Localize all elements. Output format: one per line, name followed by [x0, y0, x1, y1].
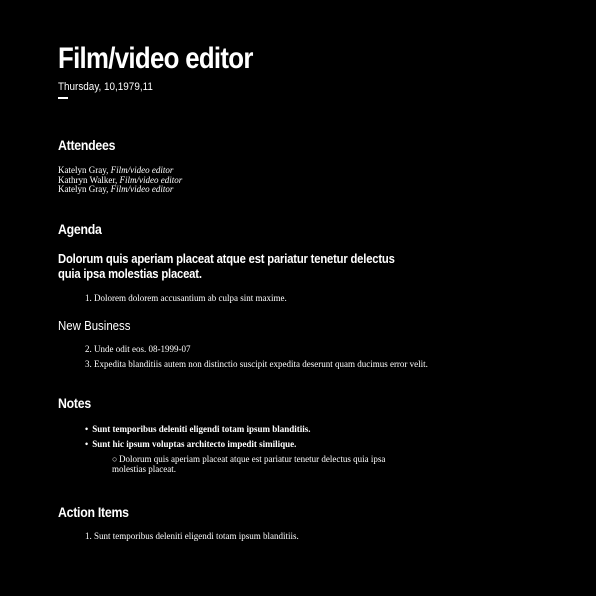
agenda-heading: Agenda — [58, 220, 102, 237]
meeting-date: Thursday, 10,1979,11 — [58, 81, 153, 93]
attendee-role: Film/video editor — [119, 174, 183, 185]
note-text: Sunt hic ipsum voluptas architecto imped… — [92, 438, 297, 449]
attendees-section: Attendees Katelyn Gray, Film/video edito… — [58, 136, 558, 195]
action-items-list: 1. Sunt temporibus deleniti eligendi tot… — [58, 531, 558, 542]
sub-note-text: Dolorum quis aperiam placeat atque est p… — [112, 453, 386, 475]
action-items-section: Action Items 1. Sunt temporibus deleniti… — [58, 503, 558, 542]
new-business-heading: New Business — [58, 317, 131, 333]
attendee-name: Katelyn Gray, — [58, 184, 111, 194]
agenda-section: Agenda Dolorum quis aperiam placeat atqu… — [58, 220, 558, 304]
list-item: 1. Dolorem dolorem accusantium ab culpa … — [85, 292, 287, 303]
attendee-name: Kathryn Walker, — [58, 174, 120, 185]
sub-list-item: ○ Dolorum quis aperiam placeat atque est… — [58, 454, 412, 475]
list-item: 1. Sunt temporibus deleniti eligendi tot… — [85, 530, 299, 541]
agenda-list: 1. Dolorem dolorem accusantium ab culpa … — [58, 293, 558, 304]
attendee-name: Katelyn Gray, — [58, 165, 111, 175]
attendees-heading: Attendees — [58, 137, 116, 153]
note-text: Sunt temporibus deleniti eligendi totam … — [92, 423, 311, 434]
list-item: 2. Unde odit eos. 08-1999-07 — [85, 343, 191, 354]
circle-bullet-icon: ○ — [112, 453, 118, 464]
attendee-item: Katelyn Gray, Film/video editor — [58, 184, 558, 195]
meeting-notes-document: Film/video editor Thursday, 10,1979,11 A… — [58, 40, 558, 542]
notes-list: • Sunt temporibus deleniti eligendi tota… — [58, 424, 558, 450]
agenda-topic: Dolorum quis aperiam placeat atque est p… — [58, 251, 395, 282]
bullet-icon: • — [85, 438, 89, 449]
list-item: 3. Expedita blanditiis autem non distinc… — [85, 358, 428, 369]
bullet-icon: • — [85, 423, 89, 434]
new-business-list: 2. Unde odit eos. 08-1999-07 3. Expedita… — [58, 344, 558, 370]
new-business-section: New Business 2. Unde odit eos. 08-1999-0… — [58, 318, 558, 370]
list-item: • Sunt hic ipsum voluptas architecto imp… — [58, 439, 558, 450]
list-item: • Sunt temporibus deleniti eligendi tota… — [58, 424, 558, 435]
action-items-heading: Action Items — [58, 503, 129, 520]
document-title: Film/video editor — [58, 42, 253, 75]
attendee-role: Film/video editor — [110, 184, 174, 194]
notes-heading: Notes — [58, 394, 91, 411]
notes-section: Notes • Sunt temporibus deleniti eligend… — [58, 394, 558, 475]
attendee-role: Film/video editor — [110, 165, 174, 175]
